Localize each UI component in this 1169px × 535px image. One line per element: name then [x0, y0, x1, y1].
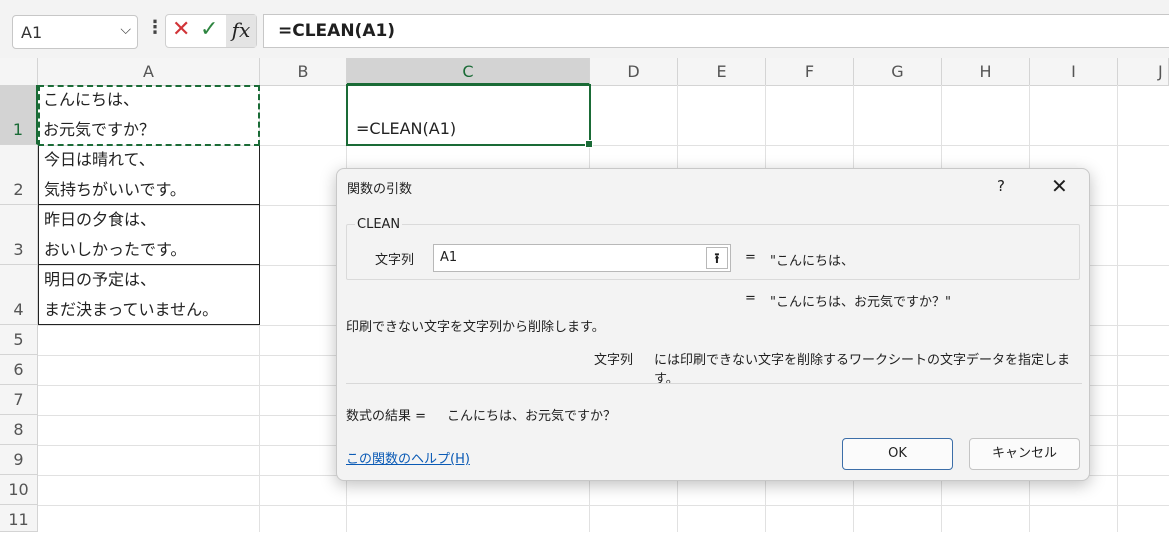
- confirm-edit-icon[interactable]: ✓: [200, 17, 218, 42]
- row-header-7[interactable]: 7: [0, 385, 38, 415]
- cell-a2-line1: 今日は晴れて、: [44, 150, 155, 169]
- argument-equals: =: [745, 250, 756, 265]
- cell-a4-line2: まだ決まっていません。: [44, 300, 219, 319]
- row-header-3[interactable]: 3: [0, 205, 38, 265]
- column-header-b[interactable]: B: [260, 58, 347, 85]
- divider: [346, 383, 1082, 384]
- gridline: [1117, 85, 1118, 532]
- dialog-title: 関数の引数: [347, 182, 413, 197]
- function-arguments-dialog: 関数の引数 ? ✕ CLEAN 文字列 A1 ⭱ = "こんにちは、 = "こん…: [336, 168, 1090, 481]
- row-header-9[interactable]: 9: [0, 445, 38, 475]
- argument-description-label: 文字列: [594, 353, 634, 368]
- column-header-f[interactable]: F: [766, 58, 854, 85]
- function-description: 印刷できない文字を文字列から削除します。: [346, 320, 605, 335]
- formula-bar: A1 ⌵ ⋮ ✕ ✓ fx =CLEAN(A1): [0, 0, 1169, 58]
- reference-marquee: [38, 85, 260, 146]
- cell-a2-line2: 気持ちがいいです。: [44, 180, 186, 199]
- column-header-h[interactable]: H: [942, 58, 1030, 85]
- row-header-4[interactable]: 4: [0, 265, 38, 325]
- text-argument-value: A1: [440, 250, 458, 265]
- cancel-button[interactable]: キャンセル: [969, 438, 1080, 470]
- function-help-link[interactable]: この関数のヘルプ(H): [346, 448, 470, 467]
- column-header-a[interactable]: A: [38, 58, 260, 85]
- row-header-2[interactable]: 2: [0, 145, 38, 205]
- formula-input[interactable]: =CLEAN(A1): [263, 14, 1169, 48]
- more-options-icon[interactable]: ⋮: [146, 17, 164, 38]
- column-header-c[interactable]: C: [347, 58, 590, 85]
- argument-result: "こんにちは、: [770, 254, 854, 269]
- insert-function-icon[interactable]: fx: [226, 15, 256, 47]
- row-header-1[interactable]: 1: [0, 85, 38, 145]
- row-header-11[interactable]: 11: [0, 505, 38, 532]
- cell-c1[interactable]: =CLEAN(A1): [346, 84, 593, 148]
- formula-result-value: こんにちは、お元気ですか？: [447, 409, 617, 424]
- fill-handle[interactable]: [585, 140, 593, 148]
- row-header-5[interactable]: 5: [0, 325, 38, 355]
- help-icon[interactable]: ?: [997, 177, 1005, 195]
- cell-a3-line1: 昨日の夕食は、: [44, 210, 157, 229]
- column-header-d[interactable]: D: [590, 58, 678, 85]
- chevron-down-icon[interactable]: ⌵: [120, 22, 131, 38]
- cell-a2[interactable]: 今日は晴れて、 気持ちがいいです。: [38, 145, 260, 205]
- row-header-10[interactable]: 10: [0, 475, 38, 505]
- cell-c1-formula: =CLEAN(A1): [356, 119, 457, 138]
- row-header-8[interactable]: 8: [0, 415, 38, 445]
- column-headers: A B C D E F G H I J: [0, 58, 1169, 86]
- gridline: [38, 505, 1169, 506]
- argument-label: 文字列: [375, 253, 415, 268]
- cell-a4-line1: 明日の予定は、: [44, 270, 157, 289]
- function-name: CLEAN: [355, 217, 403, 232]
- text-argument-input[interactable]: A1 ⭱: [433, 244, 731, 272]
- cell-a3[interactable]: 昨日の夕食は、 おいしかったです。: [38, 205, 260, 265]
- formula-buttons: ✕ ✓ fx: [165, 14, 257, 48]
- column-header-e[interactable]: E: [678, 58, 766, 85]
- cancel-edit-icon[interactable]: ✕: [172, 17, 190, 42]
- column-header-g[interactable]: G: [854, 58, 942, 85]
- cell-a4[interactable]: 明日の予定は、 まだ決まっていません。: [38, 265, 260, 325]
- column-header-i[interactable]: I: [1030, 58, 1118, 85]
- name-box[interactable]: A1 ⌵: [12, 15, 138, 49]
- cell-a3-line2: おいしかったです。: [44, 240, 187, 259]
- row-header-6[interactable]: 6: [0, 355, 38, 385]
- formula-result-label: 数式の結果 =: [346, 409, 427, 424]
- select-all-corner[interactable]: [0, 58, 38, 85]
- function-equals: =: [745, 291, 756, 306]
- function-result: "こんにちは、お元気ですか？": [770, 295, 951, 310]
- argument-description: には印刷できない文字を削除するワークシートの文字データを指定します。: [654, 353, 1071, 387]
- formula-text: =CLEAN(A1): [278, 21, 396, 41]
- close-icon[interactable]: ✕: [1051, 174, 1068, 198]
- column-header-j[interactable]: J: [1118, 58, 1169, 85]
- ok-button[interactable]: OK: [842, 438, 953, 470]
- collapse-dialog-icon[interactable]: ⭱: [706, 247, 728, 269]
- name-box-value: A1: [21, 23, 43, 42]
